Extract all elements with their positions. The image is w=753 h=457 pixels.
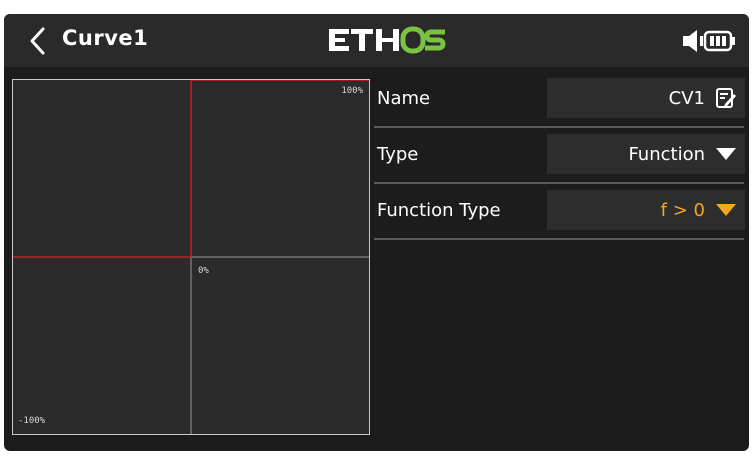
type-label: Type [377,144,419,165]
curve-form: Name CV1 Type Function Function Type f >… [374,72,745,240]
name-field[interactable]: CV1 [547,78,745,118]
function-type-row: Function Type f > 0 [374,184,745,240]
name-value: CV1 [668,87,705,109]
graph-label-zero: 0% [198,266,209,276]
function-type-dropdown[interactable]: f > 0 [547,190,745,230]
chevron-left-icon [30,27,45,55]
graph-label-min: -100% [18,416,46,426]
screen: Curve1 100% 0% -100% Name CV1 Type Funct… [4,14,749,451]
function-type-value: f > 0 [660,199,705,221]
curve-plot [13,80,369,434]
type-row: Type Function [374,128,745,184]
type-value: Function [628,143,705,165]
curve-line [13,80,369,258]
header-bar: Curve1 [4,14,749,67]
back-button[interactable] [16,20,60,62]
edit-icon [716,88,736,108]
name-row: Name CV1 [374,72,745,128]
type-dropdown[interactable]: Function [547,134,745,174]
name-label: Name [377,88,431,109]
dropdown-arrow-icon [716,148,736,160]
ethos-logo [329,26,446,54]
curve-graph: 100% 0% -100% [12,79,370,435]
page-title: Curve1 [62,26,149,50]
dropdown-arrow-icon [716,204,736,216]
function-type-label: Function Type [377,200,501,221]
status-icons [683,30,735,52]
speaker-icon [683,30,703,52]
graph-label-max: 100% [341,86,363,96]
battery-icon [703,30,735,52]
